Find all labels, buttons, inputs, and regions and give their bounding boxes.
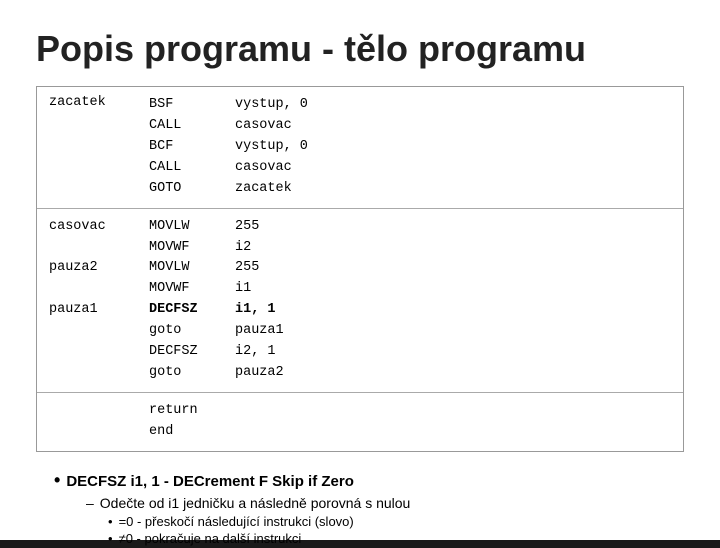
instr-line: CALL casovac	[149, 158, 671, 179]
operand: i1	[235, 279, 251, 300]
operand: pauza1	[235, 321, 284, 342]
keyword: end	[149, 422, 219, 443]
label-pauza1: pauza1	[49, 300, 149, 321]
sub-sub-text-1: =0 - přeskočí následující instrukci (slo…	[119, 514, 354, 529]
keyword: MOVWF	[149, 279, 219, 300]
code-section-casovac: casovac pauza2 pauza1 MOVLW 255 MOVWF i2	[37, 209, 683, 393]
code-section-end: return end	[37, 393, 683, 451]
label-pauza2: pauza2	[49, 258, 149, 279]
instr-line: DECFSZ i2, 1	[149, 342, 671, 363]
sub-sub-text-2: ≠0 - pokračuje na další instrukci	[119, 531, 302, 546]
instructions-end: return end	[149, 401, 671, 443]
operand: 255	[235, 217, 259, 238]
instr-line: goto pauza2	[149, 363, 671, 384]
sub-sub-bullet-1: =0 - přeskočí následující instrukci (slo…	[108, 514, 684, 529]
instr-line: return	[149, 401, 671, 422]
operand: casovac	[235, 116, 292, 137]
label-empty	[49, 321, 149, 384]
instr-line-bold: DECFSZ i1, 1	[149, 300, 671, 321]
keyword: MOVWF	[149, 238, 219, 259]
keyword: goto	[149, 321, 219, 342]
sub-bullet: Odečte od i1 jedničku a následně porovná…	[86, 495, 684, 511]
keyword: MOVLW	[149, 217, 219, 238]
operand: i2	[235, 238, 251, 259]
keyword: BSF	[149, 95, 219, 116]
instr-line: MOVWF i1	[149, 279, 671, 300]
operand: i1, 1	[235, 300, 276, 321]
code-table: zacatek BSF vystup, 0 CALL casovac BCF v…	[36, 86, 684, 452]
label-casovac: casovac	[49, 217, 149, 238]
instr-line: CALL casovac	[149, 116, 671, 137]
operand: casovac	[235, 158, 292, 179]
keyword: DECFSZ	[149, 300, 219, 321]
instructions-zacatek: BSF vystup, 0 CALL casovac BCF vystup, 0…	[149, 95, 671, 200]
bullet-main: DECFSZ i1, 1 - DECrement F Skip if Zero	[54, 470, 684, 491]
labels-col: casovac pauza2 pauza1	[49, 217, 149, 384]
keyword: return	[149, 401, 219, 422]
label-empty	[49, 401, 149, 443]
label-zacatek: zacatek	[49, 95, 149, 200]
operand: vystup, 0	[235, 95, 308, 116]
operand: zacatek	[235, 179, 292, 200]
instr-line: MOVLW 255	[149, 217, 671, 238]
slide: Popis programu - tělo programu zacatek B…	[0, 0, 720, 540]
keyword: goto	[149, 363, 219, 384]
operand: vystup, 0	[235, 137, 308, 158]
keyword: CALL	[149, 116, 219, 137]
keyword: MOVLW	[149, 258, 219, 279]
sub-bullet-text: Odečte od i1 jedničku a následně porovná…	[100, 495, 411, 511]
instr-line: BCF vystup, 0	[149, 137, 671, 158]
keyword: BCF	[149, 137, 219, 158]
instructions-casovac-block: MOVLW 255 MOVWF i2 MOVLW 255 MOVWF i1	[149, 217, 671, 384]
slide-title: Popis programu - tělo programu	[36, 28, 684, 70]
code-section-zacatek: zacatek BSF vystup, 0 CALL casovac BCF v…	[37, 87, 683, 209]
bullet-main-text: DECFSZ i1, 1 - DECrement F Skip if Zero	[66, 473, 354, 490]
instr-line: GOTO zacatek	[149, 179, 671, 200]
operand: pauza2	[235, 363, 284, 384]
keyword: DECFSZ	[149, 342, 219, 363]
sub-sub-bullet-2: ≠0 - pokračuje na další instrukci	[108, 531, 684, 546]
content-area: zacatek BSF vystup, 0 CALL casovac BCF v…	[36, 86, 684, 548]
instr-line: MOVWF i2	[149, 238, 671, 259]
instr-line: MOVLW 255	[149, 258, 671, 279]
instr-line: goto pauza1	[149, 321, 671, 342]
instr-line: end	[149, 422, 671, 443]
bottom-section: DECFSZ i1, 1 - DECrement F Skip if Zero …	[36, 470, 684, 548]
operand: i2, 1	[235, 342, 276, 363]
operand: 255	[235, 258, 259, 279]
keyword: GOTO	[149, 179, 219, 200]
keyword: CALL	[149, 158, 219, 179]
instr-line: BSF vystup, 0	[149, 95, 671, 116]
